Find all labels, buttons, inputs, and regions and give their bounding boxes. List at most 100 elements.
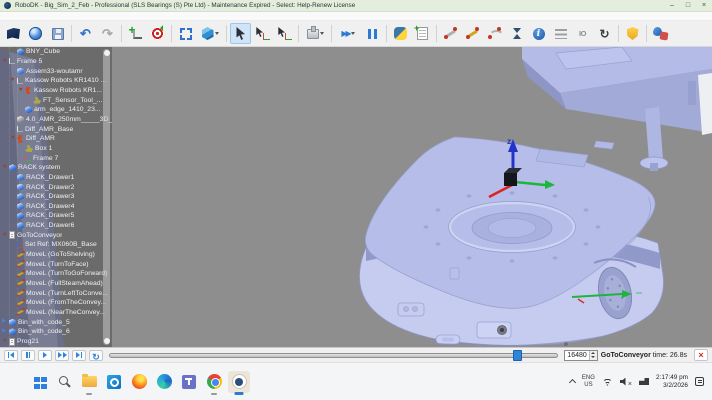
timeline-slider-handle[interactable] <box>513 350 522 361</box>
add-reference-frame-button[interactable] <box>125 23 146 44</box>
fast-simulation-button[interactable] <box>335 23 361 44</box>
add-target-button[interactable] <box>147 23 168 44</box>
skip-to-start-button[interactable] <box>4 350 18 361</box>
tree-expander[interactable]: ▼ <box>10 78 17 84</box>
select-cursor-button[interactable] <box>230 23 251 44</box>
taskbar-edge[interactable] <box>153 371 175 393</box>
tray-chevron-up-icon[interactable] <box>569 379 576 386</box>
stop-simulation-button[interactable] <box>694 349 708 361</box>
tree-item[interactable]: 4.0_AMR_250mm_____3D_2... <box>0 115 112 125</box>
tree-item[interactable]: MoveL (FullSteamAhead) <box>0 279 112 289</box>
tree-item[interactable]: Frame 7 <box>0 153 112 163</box>
tree-item[interactable]: FT_Sensor_Tool_... <box>0 95 112 105</box>
taskbar-firefox[interactable] <box>128 371 150 393</box>
wifi-icon[interactable] <box>602 377 613 386</box>
tree-item[interactable]: RACK_Drawer5 <box>0 211 112 221</box>
notification-center-icon[interactable] <box>695 377 704 386</box>
collision-settings-button[interactable] <box>650 23 671 44</box>
tray-device-icon[interactable] <box>639 378 649 385</box>
tree-item[interactable]: ▼ Diff_AMR <box>0 134 112 144</box>
tree-item[interactable]: ▼ Kassow Robots KR1410 ... <box>0 76 112 86</box>
frame-value[interactable]: 16480 <box>565 351 588 360</box>
undo-button[interactable] <box>75 23 96 44</box>
tree-item[interactable]: ▼ Kassow Robots KR1... <box>0 86 112 96</box>
redo-button[interactable] <box>97 23 118 44</box>
tree-item[interactable]: ▶ Bin_with_code_5 <box>0 317 112 327</box>
tree-item[interactable]: arm_edge_1410_23... <box>0 105 112 115</box>
tree-expander[interactable]: ▶ <box>2 329 9 335</box>
language-indicator[interactable]: ENG US <box>582 375 595 389</box>
add-python-program-button[interactable] <box>390 23 411 44</box>
open-library-button[interactable] <box>25 23 46 44</box>
movec-instruction-button[interactable] <box>484 23 505 44</box>
add-program-button[interactable] <box>412 23 433 44</box>
tree-item[interactable]: Assem33-woutamr <box>0 66 112 76</box>
tree-expander[interactable]: ▼ <box>2 59 9 65</box>
movej-instruction-button[interactable] <box>440 23 461 44</box>
tree-item[interactable]: MoveL (TurnToGoForward) <box>0 269 112 279</box>
tree-item[interactable]: RACK_Drawer2 <box>0 182 112 192</box>
volume-muted-icon[interactable] <box>620 373 632 391</box>
taskbar-start-button[interactable] <box>28 371 50 393</box>
tree-expander[interactable]: ▼ <box>10 136 17 142</box>
tree-item[interactable]: MoveL (TurnToFace) <box>0 259 112 269</box>
taskbar-search-button[interactable] <box>53 371 75 393</box>
move-tool-button[interactable] <box>274 23 295 44</box>
tree-item[interactable]: RACK_Drawer6 <box>0 221 112 231</box>
update-program-button[interactable] <box>594 23 615 44</box>
tree-item[interactable]: ▼ Prog21 <box>0 337 112 347</box>
tree-expander[interactable]: ▼ <box>2 233 9 239</box>
tool-options-button[interactable] <box>302 23 328 44</box>
tree-item[interactable]: ▼ GoToConveyor <box>0 230 112 240</box>
replay-button[interactable] <box>89 350 103 361</box>
taskbar-chrome[interactable] <box>203 371 225 393</box>
taskbar-robodk-active[interactable] <box>228 371 250 393</box>
fast-forward-button[interactable] <box>55 350 69 361</box>
tree-item[interactable]: ▼ Frame 5 <box>0 57 112 67</box>
skip-to-end-button[interactable] <box>72 350 86 361</box>
check-collisions-button[interactable] <box>622 23 643 44</box>
tree-expander[interactable]: ▼ <box>2 165 9 171</box>
pause-simulation-button[interactable] <box>362 23 383 44</box>
new-station-button[interactable] <box>3 23 24 44</box>
tree-item[interactable]: Set Ref: MX060B_Base <box>0 240 112 250</box>
taskbar-file-explorer[interactable] <box>78 371 100 393</box>
maximize-button[interactable]: □ <box>680 0 696 12</box>
spin-down-button[interactable] <box>590 355 597 360</box>
viewport-3d[interactable]: z BNY_Cube ▼ Frame 5 Ass <box>0 47 712 347</box>
isometric-view-button[interactable] <box>197 23 223 44</box>
tree-scrollbar[interactable] <box>103 49 110 345</box>
clock[interactable]: 2:17:49 pm 3/2/2026 <box>656 374 688 389</box>
tree-item[interactable]: RACK_Drawer3 <box>0 192 112 202</box>
tree-expander[interactable]: ▼ <box>18 88 25 94</box>
tree-item[interactable]: Diff_AMR_Base <box>0 124 112 134</box>
close-button[interactable]: × <box>696 0 712 12</box>
tree-item[interactable]: RACK_Drawer4 <box>0 202 112 212</box>
move-reference-button[interactable] <box>252 23 273 44</box>
save-station-button[interactable] <box>47 23 68 44</box>
program-call-button[interactable] <box>550 23 571 44</box>
movel-instruction-button[interactable] <box>462 23 483 44</box>
frame-spinbox[interactable]: 16480 <box>564 350 597 361</box>
tree-item[interactable]: MoveL (NearTheConvey... <box>0 308 112 318</box>
tree-expander[interactable]: ▶ <box>2 319 9 325</box>
taskbar-outlook[interactable] <box>103 371 125 393</box>
pause-instruction-button[interactable] <box>506 23 527 44</box>
play-button[interactable] <box>38 350 52 361</box>
tree-item[interactable]: BNY_Cube <box>0 47 112 57</box>
timeline-slider[interactable] <box>109 353 558 358</box>
tree-expander[interactable]: ▼ <box>2 339 9 345</box>
tree-item[interactable]: Box 1 <box>0 144 112 154</box>
tree-item[interactable]: MoveL (GoToShelving) <box>0 250 112 260</box>
io-instruction-button[interactable]: IO <box>572 23 593 44</box>
minimize-button[interactable]: – <box>664 0 680 12</box>
pause-button[interactable] <box>21 350 35 361</box>
tree-item[interactable]: RACK_Drawer1 <box>0 173 112 183</box>
tree-item[interactable]: MoveL (TurnLeftToConve... <box>0 288 112 298</box>
show-message-button[interactable] <box>528 23 549 44</box>
tree-item[interactable]: ▼ RACK system <box>0 163 112 173</box>
taskbar-teams[interactable] <box>178 371 200 393</box>
fit-all-button[interactable] <box>175 23 196 44</box>
tree-item[interactable]: ▶ Bin_with_code_6 <box>0 327 112 337</box>
tree-item[interactable]: MoveL (FromTheConvey... <box>0 298 112 308</box>
